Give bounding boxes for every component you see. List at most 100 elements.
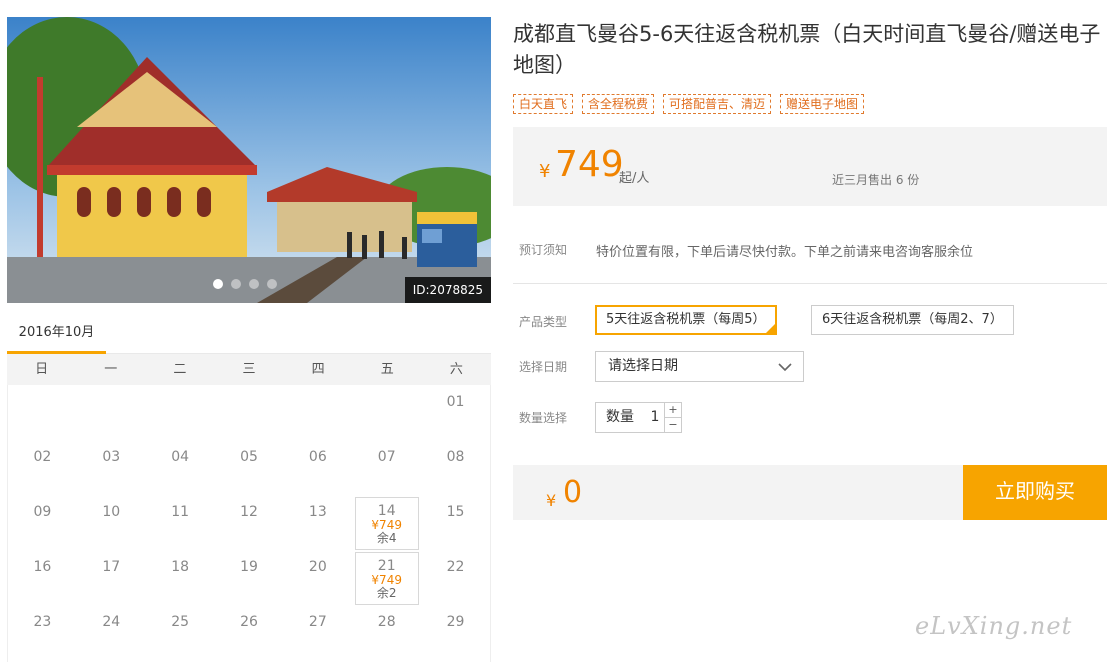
calendar-cell: 17 [77, 552, 146, 607]
calendar-day: 12 [217, 497, 281, 550]
calendar-cell: 02 [8, 442, 77, 497]
quantity-decrease-button[interactable]: − [664, 417, 681, 432]
product-tag: 含全程税费 [582, 94, 655, 114]
calendar-cell: 22 [421, 552, 490, 607]
calendar-day-stock: 余4 [376, 531, 397, 545]
calendar-day: 06 [286, 442, 350, 495]
weekday-header-cell: 六 [449, 362, 463, 377]
calendar-day: 27 [286, 607, 350, 660]
calendar-cell: 26 [215, 607, 284, 662]
carousel-dot[interactable] [213, 279, 223, 289]
selected-check-corner-icon [765, 324, 775, 333]
weekday-header-cell: 三 [242, 362, 256, 377]
chevron-down-icon [778, 363, 792, 372]
buy-now-button[interactable]: 立即购买 [963, 465, 1107, 520]
calendar-day-number: 21 [377, 558, 396, 574]
weekday-header-cell: 四 [311, 362, 325, 377]
photo-id-badge: ID:2078825 [404, 277, 491, 303]
calendar-cell: 23 [8, 607, 77, 662]
product-photo[interactable]: ID:2078825 [7, 17, 491, 303]
calendar-cell: 03 [77, 442, 146, 497]
calendar-cell: 20 [283, 552, 352, 607]
notice-label: 预订须知 [519, 243, 568, 257]
calendar-day: 20 [286, 552, 350, 605]
calendar-day: 13 [286, 497, 350, 550]
weekday-header-cell: 五 [380, 362, 394, 377]
product-type-label: 产品类型 [519, 315, 568, 329]
calendar-cell: 25 [146, 607, 215, 662]
calendar-day-number: 27 [308, 614, 327, 630]
type-option-5day[interactable]: 5天往返含税机票（每周5） [595, 305, 777, 335]
notice-text: 特价位置有限，下单后请尽快付款。下单之前请来电咨询客服余位 [596, 245, 974, 260]
calendar-day-stock: 余2 [376, 586, 397, 600]
type-option-label: 5天往返含税机票（每周5） [606, 312, 766, 327]
calendar-day: 22 [424, 552, 488, 605]
calendar-day-number: 02 [33, 449, 52, 465]
calendar-cell: 07 [352, 442, 421, 497]
calendar-day: 11 [148, 497, 212, 550]
calendar-day-available[interactable]: 14 ¥749 余4 [354, 497, 419, 550]
month-tab-active[interactable]: 2016年10月 [7, 315, 106, 354]
price-value: 749 [555, 144, 624, 185]
carousel-dot[interactable] [249, 279, 259, 289]
calendar-empty-cell [352, 387, 421, 442]
calendar-cell: 14 ¥749 余4 [352, 497, 421, 552]
calendar-cell: 12 [215, 497, 284, 552]
weekday-header-cell: 二 [173, 362, 187, 377]
calendar-day: 17 [79, 552, 143, 605]
weekday-header-cell: 日 [35, 362, 49, 377]
calendar-day: 26 [217, 607, 281, 660]
calendar-day: 08 [424, 442, 488, 495]
calendar-cell: 08 [421, 442, 490, 497]
calendar-day-number: 08 [446, 449, 465, 465]
calendar-day: 09 [10, 497, 74, 550]
calendar-day-number: 12 [240, 504, 258, 520]
calendar-empty-cell [146, 387, 215, 442]
calendar-day-number: 07 [377, 449, 396, 465]
calendar-cell: 28 [352, 607, 421, 662]
quantity-stepper: 数量 1 + − [595, 402, 682, 433]
carousel-dot[interactable] [231, 279, 241, 289]
calendar-day: 07 [355, 442, 419, 495]
calendar-day-number: 25 [171, 614, 190, 630]
calendar-day-number: 16 [33, 559, 52, 575]
calendar-grid: 01 02 03 04 05 06 07 08 09 10 11 12 13 14 ¥749 余4 15 16 17… [8, 385, 490, 662]
calendar-cell: 06 [283, 442, 352, 497]
calendar-cell: 18 [146, 552, 215, 607]
calendar-day-number: 23 [33, 614, 52, 630]
quantity-label: 数量选择 [519, 411, 568, 425]
calendar-day-number: 17 [102, 559, 121, 575]
calendar-day: 05 [217, 442, 281, 495]
calendar-month-tabs: 2016年10月 [7, 315, 491, 354]
price-currency: ¥ [539, 161, 551, 182]
calendar-cell: 13 [283, 497, 352, 552]
calendar-day: 03 [79, 442, 143, 495]
calendar-cell: 21 ¥749 余2 [352, 552, 421, 607]
calendar-cell: 11 [146, 497, 215, 552]
calendar-cell: 09 [8, 497, 77, 552]
divider [513, 283, 1107, 284]
calendar-day-number: 28 [377, 614, 396, 630]
sold-count: 近三月售出 6 份 [832, 173, 920, 187]
price-calendar: 2016年10月 日 一 二 三 四 五 六 01 02 03 04 05 06 07 08 09 10 11 1… [7, 315, 491, 662]
calendar-day: 01 [424, 387, 488, 440]
calendar-day: 29 [424, 607, 488, 660]
type-option-label: 6天往返含税机票（每周2、7） [822, 312, 1003, 327]
calendar-day: 19 [217, 552, 281, 605]
product-tag: 赠送电子地图 [780, 94, 865, 114]
quantity-value[interactable]: 1 [650, 409, 659, 425]
calendar-day: 24 [79, 607, 143, 660]
quantity-inner-label: 数量 [606, 409, 634, 425]
date-label: 选择日期 [519, 360, 568, 374]
carousel-dots [213, 279, 277, 289]
calendar-cell: 01 [421, 387, 490, 442]
quantity-increase-button[interactable]: + [664, 403, 681, 418]
calendar-empty-cell [77, 387, 146, 442]
calendar-day-available[interactable]: 21 ¥749 余2 [354, 552, 419, 605]
product-tags: 白天直飞 含全程税费 可搭配普吉、清迈 赠送电子地图 [513, 94, 865, 114]
type-option-6day[interactable]: 6天往返含税机票（每周2、7） [811, 305, 1014, 335]
calendar-day-number: 22 [446, 559, 465, 575]
date-select[interactable]: 请选择日期 [595, 351, 804, 382]
carousel-dot[interactable] [267, 279, 277, 289]
station-photo-image [7, 17, 491, 303]
